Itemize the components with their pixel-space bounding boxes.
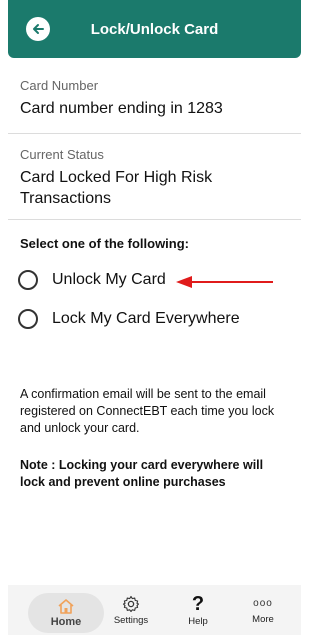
current-status-label: Current Status <box>20 147 104 162</box>
lock-everywhere-label[interactable]: Lock My Card Everywhere <box>52 310 240 328</box>
app-header: Lock/Unlock Card <box>8 0 301 58</box>
confirmation-info-text: A confirmation email will be sent to the… <box>20 387 275 435</box>
tab-help-label: Help <box>188 615 208 627</box>
select-title: Select one of the following: <box>20 236 189 251</box>
lock-everywhere-option[interactable]: Lock My Card Everywhere <box>18 309 240 329</box>
card-number-field: Card Number Card number ending in 1283 <box>20 78 291 119</box>
card-number-label: Card Number <box>20 78 99 93</box>
radio-button[interactable] <box>18 270 38 290</box>
tab-settings-label: Settings <box>113 614 149 626</box>
more-icon: ooo <box>253 597 273 609</box>
gear-icon <box>122 595 140 612</box>
help-icon: ? <box>191 592 205 615</box>
card-number-value: Card number ending in 1283 <box>20 100 223 117</box>
radio-button[interactable] <box>18 309 38 329</box>
tab-help[interactable]: ? Help <box>167 585 229 635</box>
divider <box>8 219 301 220</box>
current-status-value: Card Locked For High Risk Transactions <box>20 169 213 207</box>
red-arrow-annotation-icon <box>176 276 273 288</box>
tab-settings[interactable]: Settings <box>100 585 162 635</box>
unlock-card-label[interactable]: Unlock My Card <box>52 271 166 289</box>
current-status-field: Current Status Card Locked For High Risk… <box>20 147 291 209</box>
bottom-tab-bar: Home Settings ? Help ooo More <box>8 585 301 635</box>
tab-more-label: More <box>252 613 274 625</box>
tab-home[interactable]: Home <box>28 593 104 633</box>
tab-home-label: Home <box>50 616 82 628</box>
unlock-card-option[interactable]: Unlock My Card <box>18 270 166 290</box>
divider <box>8 133 301 134</box>
note-text: Note : Locking your card everywhere will… <box>20 458 264 489</box>
home-icon <box>58 599 74 614</box>
page-title: Lock/Unlock Card <box>90 21 219 38</box>
tab-more[interactable]: ooo More <box>232 585 294 635</box>
